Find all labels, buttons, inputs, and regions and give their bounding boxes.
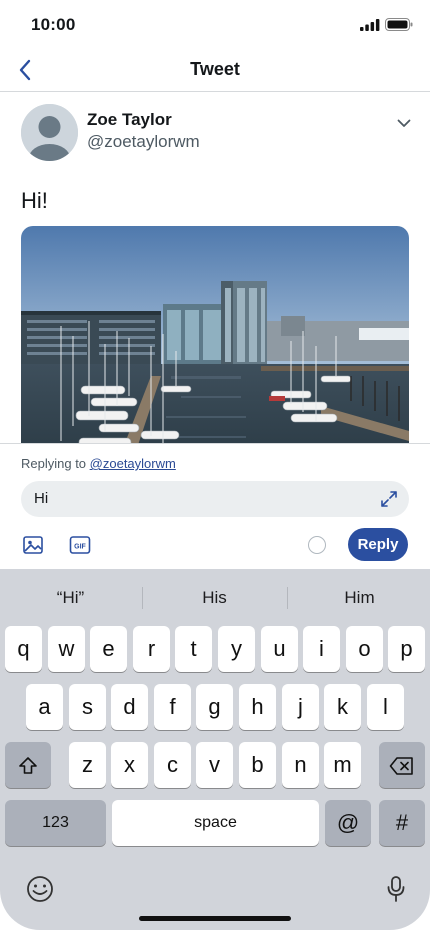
tweet-card: Zoe Taylor @zoetaylorwm Hi! — [0, 92, 430, 444]
svg-text:GIF: GIF — [74, 544, 86, 551]
key-h[interactable]: h — [239, 684, 276, 730]
suggestion-item[interactable]: Him — [289, 581, 430, 615]
key-o[interactable]: o — [346, 626, 383, 672]
home-indicator — [139, 916, 291, 921]
key-q[interactable]: q — [5, 626, 42, 672]
key-e[interactable]: e — [90, 626, 127, 672]
reply-input-value: Hi — [34, 490, 49, 507]
emoji-icon[interactable] — [25, 874, 55, 904]
author-name[interactable]: Zoe Taylor — [87, 110, 172, 130]
default-avatar-icon — [21, 104, 78, 161]
status-bar: 10:00 — [0, 0, 430, 50]
at-key[interactable]: @ — [325, 800, 371, 846]
expand-icon[interactable] — [379, 489, 399, 509]
reply-composer: Replying to @zoetaylorwm Hi GIF Reply — [0, 443, 430, 569]
key-j[interactable]: j — [282, 684, 319, 730]
shift-icon — [19, 757, 37, 774]
chevron-down-icon — [397, 119, 411, 127]
key-y[interactable]: y — [218, 626, 255, 672]
key-c[interactable]: c — [154, 742, 191, 788]
suggestion-bar: “Hi” His Him — [0, 581, 430, 615]
shift-key[interactable] — [5, 742, 51, 788]
character-counter — [308, 536, 326, 554]
key-b[interactable]: b — [239, 742, 276, 788]
keyboard: “Hi” His Him q w e r t y u i o p a s d f… — [0, 569, 430, 930]
key-w[interactable]: w — [48, 626, 85, 672]
key-a[interactable]: a — [26, 684, 63, 730]
image-icon[interactable] — [21, 533, 45, 557]
signal-icon — [360, 19, 380, 31]
suggestion-divider — [142, 587, 143, 609]
numbers-key[interactable]: 123 — [5, 800, 106, 846]
tweet-options-button[interactable] — [393, 112, 415, 134]
key-u[interactable]: u — [261, 626, 298, 672]
key-s[interactable]: s — [69, 684, 106, 730]
suggestion-item[interactable]: “Hi” — [0, 581, 141, 615]
key-x[interactable]: x — [111, 742, 148, 788]
hash-key[interactable]: # — [379, 800, 425, 846]
suggestion-item[interactable]: His — [144, 581, 285, 615]
key-l[interactable]: l — [367, 684, 404, 730]
key-i[interactable]: i — [303, 626, 340, 672]
tweet-photo[interactable] — [21, 226, 409, 444]
key-m[interactable]: m — [324, 742, 361, 788]
key-g[interactable]: g — [196, 684, 233, 730]
suggestion-divider — [287, 587, 288, 609]
microphone-icon[interactable] — [385, 874, 407, 904]
gif-icon[interactable]: GIF — [68, 533, 92, 557]
reply-input[interactable]: Hi — [21, 481, 409, 517]
space-key[interactable]: space — [112, 800, 319, 846]
key-t[interactable]: t — [175, 626, 212, 672]
key-z[interactable]: z — [69, 742, 106, 788]
key-d[interactable]: d — [111, 684, 148, 730]
backspace-key[interactable] — [379, 742, 425, 788]
tweet-text: Hi! — [21, 188, 48, 213]
page-title: Tweet — [190, 59, 240, 79]
key-k[interactable]: k — [324, 684, 361, 730]
replying-handle-link[interactable]: @zoetaylorwm — [90, 456, 176, 471]
author-handle[interactable]: @zoetaylorwm — [87, 132, 200, 152]
avatar[interactable] — [21, 104, 78, 161]
key-r[interactable]: r — [133, 626, 170, 672]
battery-icon — [385, 18, 413, 31]
key-v[interactable]: v — [196, 742, 233, 788]
key-p[interactable]: p — [388, 626, 425, 672]
status-time: 10:00 — [31, 15, 76, 34]
key-n[interactable]: n — [282, 742, 319, 788]
navigation-bar: Tweet — [0, 50, 430, 92]
backspace-icon — [389, 757, 413, 775]
replying-to: Replying to @zoetaylorwm — [21, 456, 176, 471]
reply-button[interactable]: Reply — [348, 528, 408, 561]
replying-prefix: Replying to — [21, 456, 90, 471]
key-f[interactable]: f — [154, 684, 191, 730]
harbor-photo — [21, 226, 409, 444]
